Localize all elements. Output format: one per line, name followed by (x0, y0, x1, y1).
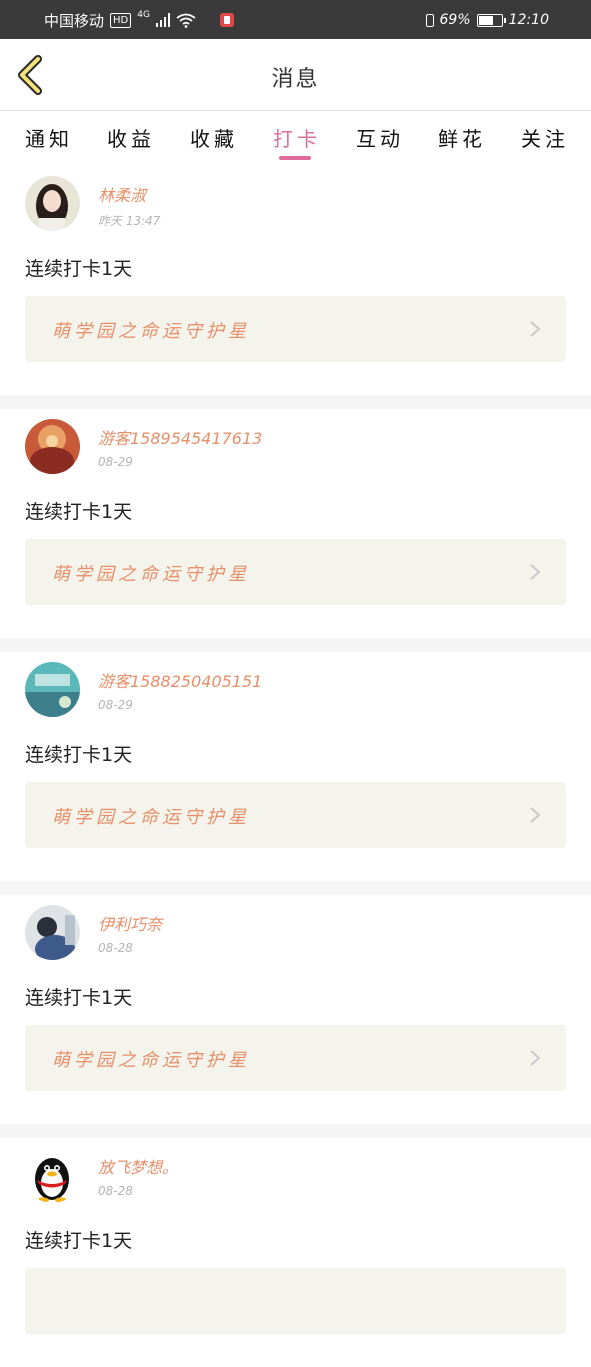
app-header: 消息 (0, 39, 591, 111)
chevron-right-icon (530, 807, 541, 823)
checkin-text: 连续打卡1天 (25, 1230, 133, 1252)
story-link[interactable]: 萌学园之命运守护星 (25, 539, 566, 605)
chevron-right-icon (530, 1050, 541, 1066)
battery-icon (476, 13, 506, 27)
story-link[interactable] (25, 1268, 566, 1334)
story-link[interactable]: 萌学园之命运守护星 (25, 1025, 566, 1091)
story-title: 萌学园之命运守护星 (52, 321, 250, 342)
timestamp: 08-29 (98, 698, 133, 712)
divider (0, 881, 591, 895)
avatar[interactable] (25, 1148, 80, 1203)
list-item: 游客1589545417613 08-29 连续打卡1天 萌学园之命运守护星 (0, 409, 591, 638)
user-name[interactable]: 放飞梦想。 (98, 1154, 178, 1178)
checkin-list: 林柔淑 昨天 13:47 连续打卡1天 萌学园之命运守护星 游客15895454… (0, 166, 591, 1367)
checkin-text: 连续打卡1天 (25, 501, 133, 523)
notification-app-icon (219, 13, 234, 27)
wifi-icon (176, 13, 196, 28)
story-title: 萌学园之命运守护星 (52, 1050, 250, 1071)
timestamp: 08-28 (98, 1184, 133, 1198)
carrier-label: 中国移动 (44, 11, 105, 30)
divider (0, 1124, 591, 1138)
battery-percent: 69% (439, 12, 471, 28)
penguin-icon (25, 1148, 80, 1203)
story-link[interactable]: 萌学园之命运守护星 (25, 296, 566, 362)
list-item: 林柔淑 昨天 13:47 连续打卡1天 萌学园之命运守护星 (0, 166, 591, 395)
tab-bar: 通知 收益 收藏 打卡 互动 鲜花 关注 (0, 111, 591, 166)
tab-interaction[interactable]: 互动 (356, 123, 404, 152)
user-name[interactable]: 游客1588250405151 (98, 668, 262, 692)
timestamp: 08-29 (98, 455, 133, 469)
story-link[interactable]: 萌学园之命运守护星 (25, 782, 566, 848)
list-item: 伊利巧奈 08-28 连续打卡1天 萌学园之命运守护星 (0, 895, 591, 1124)
tab-flowers[interactable]: 鲜花 (438, 123, 486, 152)
chevron-right-icon (530, 321, 541, 337)
status-left: 中国移动 HD 4G (44, 9, 234, 31)
timestamp: 昨天 13:47 (98, 214, 161, 228)
tab-checkin[interactable]: 打卡 (273, 123, 321, 152)
tab-earnings[interactable]: 收益 (107, 123, 155, 152)
status-bar: 中国移动 HD 4G 69% 12:10 (0, 0, 591, 39)
timestamp: 08-28 (98, 941, 133, 955)
checkin-text: 连续打卡1天 (25, 744, 133, 766)
page-title: 消息 (271, 67, 320, 92)
user-name[interactable]: 林柔淑 (98, 182, 146, 206)
tab-favorites[interactable]: 收藏 (190, 123, 238, 152)
tab-follow[interactable]: 关注 (521, 123, 569, 152)
tab-notification[interactable]: 通知 (25, 123, 73, 152)
chevron-right-icon (530, 564, 541, 580)
vibrate-icon (425, 13, 434, 27)
status-right: 69% 12:10 (425, 9, 549, 31)
divider (0, 395, 591, 409)
story-title: 萌学园之命运守护星 (52, 807, 250, 828)
divider (0, 638, 591, 652)
checkin-text: 连续打卡1天 (25, 987, 133, 1009)
list-item: 放飞梦想。 08-28 连续打卡1天 (0, 1138, 591, 1367)
avatar[interactable] (25, 662, 80, 717)
checkin-text: 连续打卡1天 (25, 258, 133, 280)
signal-icon (155, 13, 170, 27)
list-item: 游客1588250405151 08-29 连续打卡1天 萌学园之命运守护星 (0, 652, 591, 881)
avatar[interactable] (25, 419, 80, 474)
avatar[interactable] (25, 905, 80, 960)
active-tab-indicator (279, 156, 311, 160)
network-label: 4G (137, 10, 150, 20)
hd-badge: HD (110, 12, 132, 28)
user-name[interactable]: 伊利巧奈 (98, 911, 162, 935)
story-title: 萌学园之命运守护星 (52, 564, 250, 585)
avatar[interactable] (25, 176, 80, 231)
user-name[interactable]: 游客1589545417613 (98, 425, 262, 449)
clock: 12:10 (508, 12, 549, 28)
